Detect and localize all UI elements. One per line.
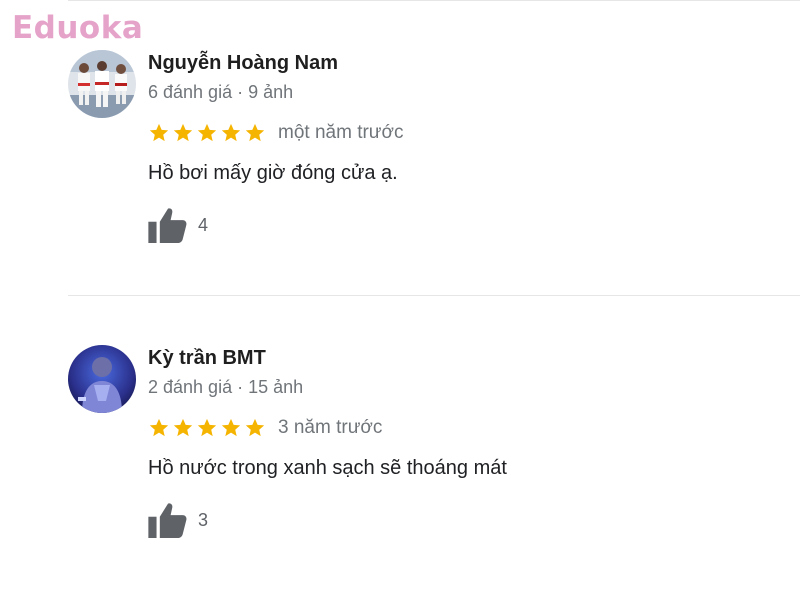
star-icon	[197, 123, 217, 142]
star-icon	[173, 418, 193, 437]
thumbs-up-icon	[148, 208, 187, 243]
reviewer-avatar[interactable]	[68, 345, 136, 413]
reviewer-avatar[interactable]	[68, 50, 136, 118]
star-icon	[149, 123, 169, 142]
star-icon	[197, 418, 217, 437]
rating-row: 3 năm trước	[148, 416, 382, 440]
review-time: một năm trước	[278, 122, 404, 143]
star-rating	[148, 122, 266, 144]
reviewer-meta: 2 đánh giá · 15 ảnh	[148, 377, 304, 397]
like-count: 3	[198, 509, 209, 530]
like-button[interactable]	[148, 500, 190, 540]
like-button[interactable]	[148, 205, 190, 245]
watermark-logo: Eduoka	[12, 10, 144, 46]
like-row: 3	[148, 500, 208, 540]
divider	[68, 295, 800, 296]
star-icon	[221, 418, 241, 437]
star-icon	[245, 123, 265, 142]
reviews-page: Eduoka Nguyễn Hoàng Nam 6 đánh giá · 9 ả…	[0, 0, 800, 600]
divider	[68, 0, 800, 1]
like-count: 4	[198, 214, 209, 235]
rating-row: một năm trước	[148, 121, 403, 145]
thumbs-up-icon	[148, 503, 187, 538]
review-text: Hồ nước trong xanh sạch sẽ thoáng mát	[148, 457, 507, 479]
star-icon	[149, 418, 169, 437]
star-rating	[148, 417, 266, 439]
review-time: 3 năm trước	[278, 417, 383, 438]
like-row: 4	[148, 205, 208, 245]
review-card: Nguyễn Hoàng Nam 6 đánh giá · 9 ảnh một …	[68, 45, 788, 265]
karate-kids-photo-icon	[68, 50, 136, 118]
star-icon	[173, 123, 193, 142]
star-icon	[221, 123, 241, 142]
reviewer-meta: 6 đánh giá · 9 ảnh	[148, 82, 294, 102]
reviewer-name[interactable]: Nguyễn Hoàng Nam	[148, 52, 338, 75]
reviewer-name[interactable]: Kỳ trần BMT	[148, 347, 266, 370]
review-text: Hồ bơi mấy giờ đóng cửa ạ.	[148, 162, 398, 184]
review-card: Kỳ trần BMT 2 đánh giá · 15 ảnh 3 năm tr…	[68, 340, 788, 560]
star-icon	[245, 418, 265, 437]
person-photo-icon	[68, 345, 136, 413]
